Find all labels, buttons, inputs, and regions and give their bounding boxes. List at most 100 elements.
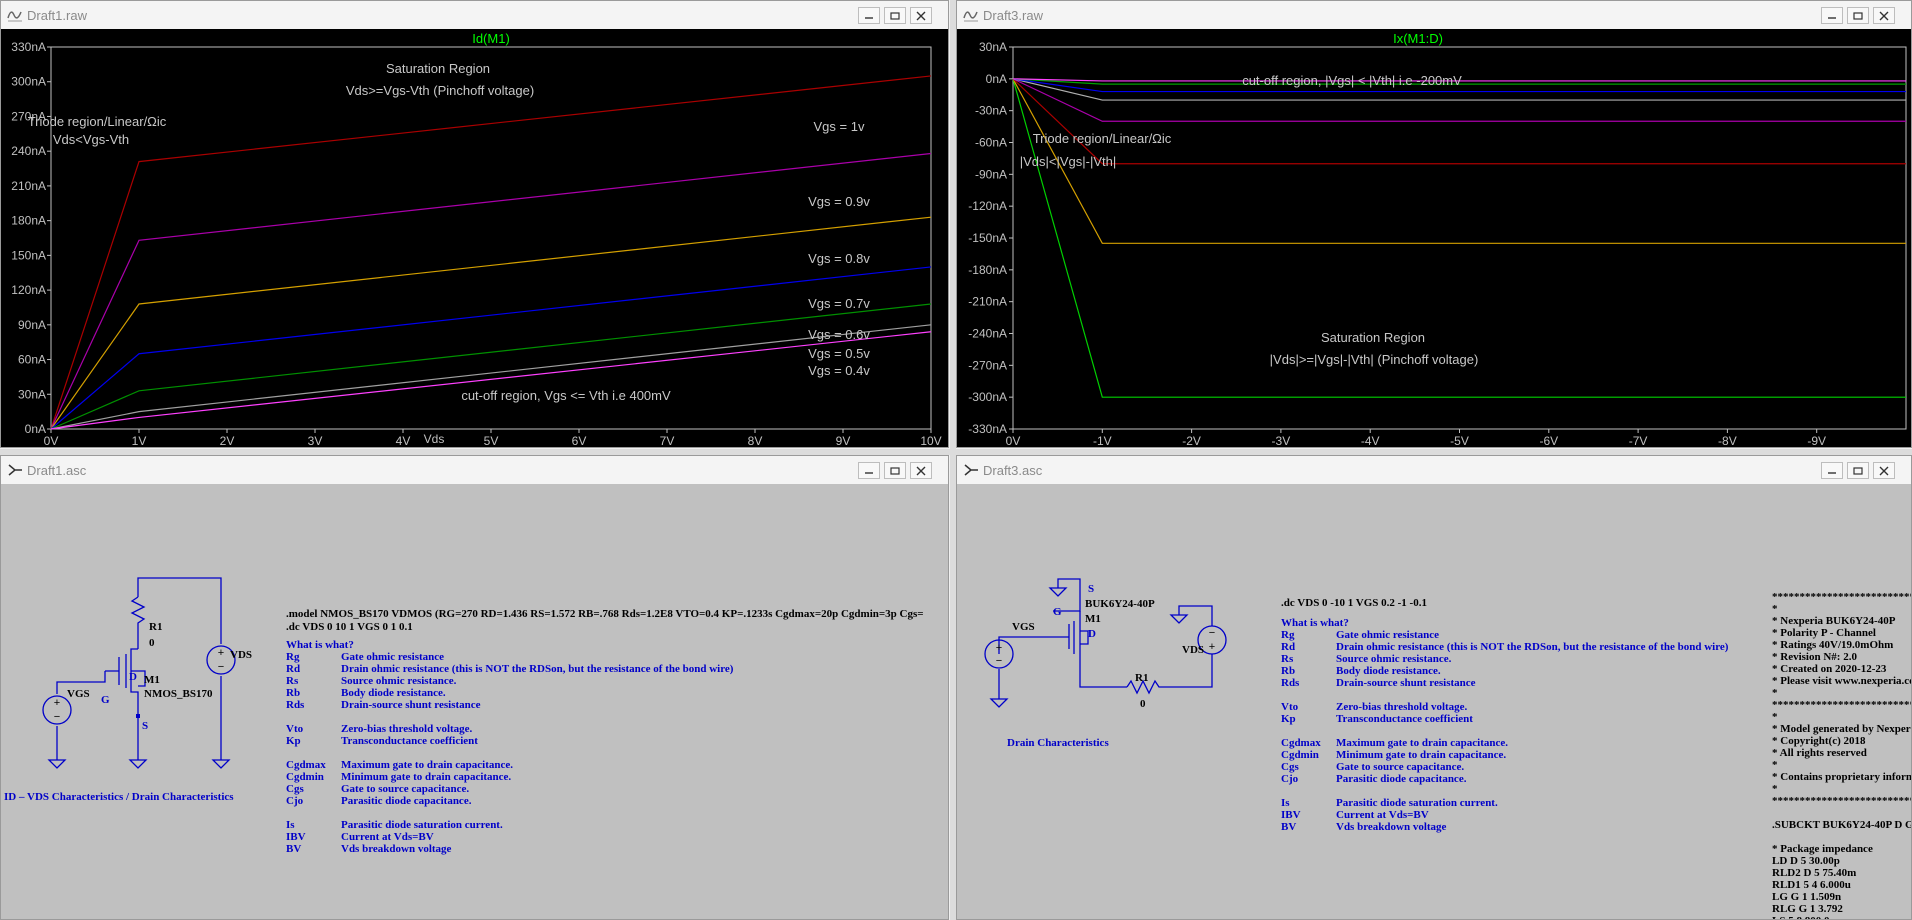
minimize-button[interactable] xyxy=(858,7,880,24)
y-tick-label: 90nA xyxy=(18,318,46,332)
y-tick-label: 240nA xyxy=(11,144,46,158)
minimize-button[interactable] xyxy=(1821,7,1843,24)
trace-title[interactable]: Ix(M1:D) xyxy=(1393,31,1443,46)
splitter-horizontal[interactable] xyxy=(0,449,1912,455)
y-tick-label: -300nA xyxy=(968,390,1007,404)
x-tick-label: 2V xyxy=(220,434,235,447)
minimize-button[interactable] xyxy=(1821,462,1843,479)
y-tick-label: -60nA xyxy=(975,136,1007,150)
netlist-line: ************************************* xyxy=(1772,699,1911,711)
label-vgs: VGS xyxy=(67,688,90,700)
y-tick-label: 30nA xyxy=(18,387,46,401)
trace-title[interactable]: Id(M1) xyxy=(472,31,510,46)
titlebar[interactable]: Draft1.raw xyxy=(1,1,948,29)
netlist-line: * Contains proprietary information xyxy=(1772,771,1911,783)
series-label: Vgs = 0.6v xyxy=(808,327,870,342)
y-tick-label: 150nA xyxy=(11,248,46,262)
plot-pane[interactable]: Id(M1) 0nA 30nA 60nA 90nA 120nA 150nA 180nA 210… xyxy=(1,29,948,447)
dc-sweep-directive[interactable]: .dc VDS 0 -10 1 VGS 0.2 -1 -0.1 xyxy=(1281,597,1427,609)
window-title: Draft1.raw xyxy=(27,8,87,23)
parameter-description: Drain-source shunt resistance xyxy=(341,699,481,711)
series-line-3[interactable] xyxy=(50,266,932,430)
parameter-name: IBV xyxy=(1281,809,1301,821)
series-label: Vgs = 0.9v xyxy=(808,194,870,209)
x-tick-label: 10V xyxy=(920,434,941,447)
what-is-what-heading[interactable]: What is what? xyxy=(286,639,354,651)
label-source: S xyxy=(1088,583,1095,595)
netlist-line: * Created on 2020-12-23 xyxy=(1772,663,1887,675)
splitter-vertical[interactable] xyxy=(950,0,956,920)
series-line-0[interactable] xyxy=(1012,78,1906,398)
parameter-name: BV xyxy=(286,843,302,855)
titlebar[interactable]: Draft3.raw xyxy=(957,1,1911,29)
parameter-description: Gate ohmic resistance xyxy=(1336,629,1440,641)
y-tick-label: 330nA xyxy=(11,40,46,54)
maximize-icon xyxy=(1853,11,1863,20)
series-line-1[interactable] xyxy=(1012,78,1906,244)
parameter-name: Cgdmin xyxy=(1281,749,1319,761)
titlebar[interactable]: Draft3.asc xyxy=(957,456,1911,484)
x-tick-label: 0V xyxy=(44,434,59,447)
x-tick-label: 3V xyxy=(308,434,323,447)
netlist-line: * Nexperia BUK6Y24-40P xyxy=(1772,615,1896,627)
series-line-0[interactable] xyxy=(50,75,932,430)
series-line-4[interactable] xyxy=(50,303,932,430)
circuit-diagram-nmos[interactable]: + − + − xyxy=(1,484,301,824)
maximize-button[interactable] xyxy=(884,7,906,24)
what-is-what-heading[interactable]: What is what? xyxy=(1281,617,1349,629)
y-tick-label: 300nA xyxy=(11,75,46,89)
netlist-line: * xyxy=(1772,759,1778,771)
dc-sweep-directive[interactable]: .dc VDS 0 10 1 VGS 0 1 0.1 xyxy=(286,621,413,633)
netlist-line: * Package impedance xyxy=(1772,843,1873,855)
parameter-name: Cjo xyxy=(286,795,304,807)
annotation-saturation-condition: Vds>=Vgs-Vth (Pinchoff voltage) xyxy=(346,83,534,98)
schematic-canvas[interactable]: + − + − R1 0 D M1 NMOS_BS170 VGS G S VDS… xyxy=(1,484,948,919)
circuit-diagram-pmos[interactable]: + − − + xyxy=(957,484,1257,804)
y-tick-label: 210nA xyxy=(11,179,46,193)
maximize-button[interactable] xyxy=(1847,7,1869,24)
close-button[interactable] xyxy=(910,462,932,479)
subckt-netlist[interactable]: *************************************** … xyxy=(1772,591,1911,919)
parameter-description: Minimum gate to drain capacitance. xyxy=(1336,749,1507,761)
parameter-description: Parasitic diode capacitance. xyxy=(1336,773,1467,785)
annotation-saturation-condition: |Vds|>=|Vgs|-|Vth| (Pinchoff voltage) xyxy=(1270,352,1479,367)
netlist-line: * Please visit www.nexperia.com xyxy=(1772,675,1911,687)
parameter-name: Rs xyxy=(286,675,299,687)
maximize-icon xyxy=(890,466,900,475)
y-tick-label: -90nA xyxy=(975,167,1007,181)
plot-pane[interactable]: Ix(M1:D) 30nA 0nA -30nA -60nA -90nA -120nA -15… xyxy=(957,29,1911,447)
maximize-button[interactable] xyxy=(884,462,906,479)
label-r1-value: 0 xyxy=(149,637,155,649)
window-title: Draft3.raw xyxy=(983,8,1043,23)
netlist-line: * Polarity P - Channel xyxy=(1772,627,1876,639)
model-directive[interactable]: .model NMOS_BS170 VDMOS (RG=270 RD=1.436… xyxy=(286,608,924,620)
caption: Drain Characteristics xyxy=(1007,737,1109,749)
x-tick-label: -6V xyxy=(1539,434,1558,447)
series-label: Vgs = 0.8v xyxy=(808,251,870,266)
annotation-cutoff: cut-off region, |Vgs| < |Vth| i.e -200mV xyxy=(1242,73,1462,88)
netlist-line: LD D 5 30.00p xyxy=(1772,855,1840,867)
netlist-line: * Model generated by Nexperia xyxy=(1772,723,1911,735)
schematic-canvas[interactable]: + − − + S BUK6Y24-40P G M1 D VGS VDS R1 … xyxy=(957,484,1911,919)
close-button[interactable] xyxy=(1873,462,1895,479)
series-label: Vgs = 0.4v xyxy=(808,363,870,378)
minimize-button[interactable] xyxy=(858,462,880,479)
x-tick-label: 9V xyxy=(836,434,851,447)
netlist-line: * Revision N#: 2.0 xyxy=(1772,651,1857,663)
parameter-description: Maximum gate to drain capacitance. xyxy=(341,759,513,771)
chart-ix-m1-d[interactable]: Ix(M1:D) 30nA 0nA -30nA -60nA -90nA -120nA -15… xyxy=(957,29,1911,447)
close-button[interactable] xyxy=(910,7,932,24)
parameter-description: Vds breakdown voltage xyxy=(341,843,452,855)
parameter-description: Current at Vds=BV xyxy=(341,831,434,843)
series-line-6[interactable] xyxy=(50,331,932,430)
titlebar[interactable]: Draft1.asc xyxy=(1,456,948,484)
series-line-5[interactable] xyxy=(50,324,932,430)
chart-id-m1[interactable]: Id(M1) 0nA30nA60nA90nA120nA150nA180nA210… xyxy=(1,29,948,447)
parameter-name: Cgdmax xyxy=(1281,737,1321,749)
maximize-button[interactable] xyxy=(1847,462,1869,479)
annotation-triode: Triode region/Linear/Ωic xyxy=(28,114,167,129)
close-button[interactable] xyxy=(1873,7,1895,24)
parameter-name: Rds xyxy=(1281,677,1300,689)
parameter-description: Drain-source shunt resistance xyxy=(1336,677,1476,689)
parameter-description: Gate to source capacitance. xyxy=(1336,761,1465,773)
